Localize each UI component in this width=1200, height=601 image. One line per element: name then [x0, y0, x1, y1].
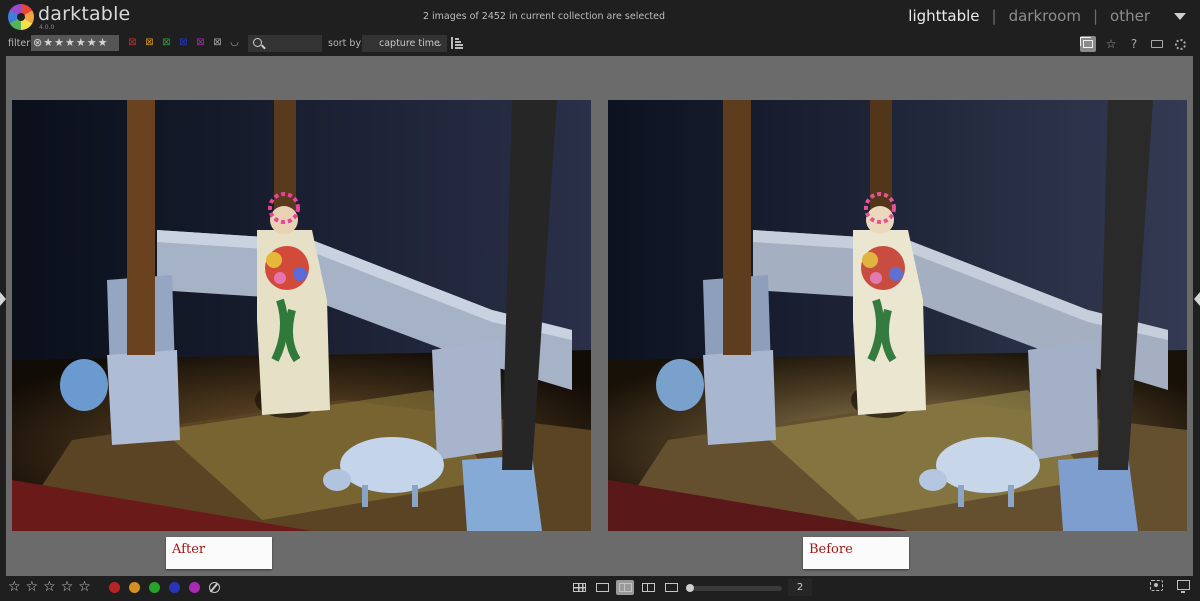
culling-layout-icon[interactable]	[616, 580, 634, 595]
color-filter-green-icon[interactable]: ⊠	[160, 36, 173, 50]
color-label-filters: ⊠ ⊠ ⊠ ⊠ ⊠ ⊠ ◡	[126, 36, 241, 50]
reject-icon[interactable]: ⊗	[33, 35, 42, 51]
after-label: After	[166, 537, 272, 569]
culling-image-before[interactable]	[608, 100, 1187, 531]
star-icon[interactable]: ★	[65, 35, 75, 51]
color-filter-purple-icon[interactable]: ⊠	[194, 36, 207, 50]
color-filter-gray-icon[interactable]: ⊠	[211, 36, 224, 50]
star-icon[interactable]: ★	[43, 35, 53, 51]
rating-filter[interactable]: ⊗ ★ ★ ★ ★ ★ ★	[31, 35, 119, 51]
star-5-icon[interactable]: ☆	[78, 579, 91, 596]
star-1-icon[interactable]: ☆	[8, 579, 21, 596]
sort-order-icon[interactable]	[451, 37, 463, 49]
overlay-icon[interactable]	[1080, 36, 1096, 52]
nativity-scene-photo-before	[608, 100, 1187, 531]
label-green-icon[interactable]	[149, 582, 160, 593]
star-3-icon[interactable]: ☆	[43, 579, 56, 596]
clear-labels-icon[interactable]	[209, 582, 220, 593]
filter-label: filter	[8, 38, 31, 49]
darktable-window: darktable 4.0.0 2 images of 2452 in curr…	[0, 0, 1200, 601]
gear-icon[interactable]	[1172, 36, 1188, 52]
star-2-icon[interactable]: ☆	[26, 579, 39, 596]
bottom-toolbar: ☆ ☆ ☆ ☆ ☆ 2	[0, 576, 1200, 601]
views-dropdown-arrow-icon[interactable]	[1174, 12, 1186, 20]
label-blue-icon[interactable]	[169, 582, 180, 593]
sort-value: capture time	[379, 38, 440, 49]
search-icon	[253, 38, 262, 47]
zoom-count-input[interactable]: 2	[788, 579, 812, 596]
color-labels	[109, 582, 220, 593]
view-separator: |	[991, 7, 997, 25]
color-filter-blue-icon[interactable]: ⊠	[177, 36, 190, 50]
view-lighttable[interactable]: lighttable	[906, 7, 981, 25]
sort-select[interactable]: capture time ⌄	[362, 35, 447, 52]
search-input[interactable]	[248, 35, 322, 52]
color-filter-operator-icon[interactable]: ◡	[228, 36, 241, 50]
toolbar-right-icons: ☆ ?	[1080, 36, 1188, 52]
sort-label: sort by	[328, 38, 362, 49]
chevron-down-icon: ⌄	[436, 39, 443, 48]
star-icon[interactable]: ☆	[1103, 36, 1119, 52]
before-label: Before	[803, 537, 909, 569]
display-profile-icon[interactable]	[1177, 580, 1190, 593]
rating-stars: ☆ ☆ ☆ ☆ ☆	[8, 579, 91, 596]
zoomable-layout-icon[interactable]	[593, 580, 611, 595]
app-version: 4.0.0	[39, 24, 55, 31]
view-separator: |	[1092, 7, 1099, 25]
star-icon[interactable]: ★	[54, 35, 64, 51]
view-darkroom[interactable]: darkroom	[1007, 7, 1083, 25]
help-icon[interactable]: ?	[1126, 36, 1142, 52]
focus-peaking-icon[interactable]	[1150, 580, 1163, 591]
star-icon[interactable]: ★	[87, 35, 97, 51]
culling-dynamic-layout-icon[interactable]	[639, 580, 657, 595]
star-icon[interactable]: ★	[98, 35, 108, 51]
star-icon[interactable]: ★	[76, 35, 86, 51]
label-yellow-icon[interactable]	[129, 582, 140, 593]
culling-image-after[interactable]	[12, 100, 591, 531]
color-filter-yellow-icon[interactable]: ⊠	[143, 36, 156, 50]
zoom-slider-handle[interactable]	[686, 584, 694, 592]
keyboard-icon[interactable]	[1149, 36, 1165, 52]
top-header: darktable 4.0.0 2 images of 2452 in curr…	[0, 0, 1200, 33]
view-other[interactable]: other	[1108, 7, 1152, 25]
preview-layout-icon[interactable]	[662, 580, 680, 595]
view-switcher: lighttable | darkroom | other	[906, 7, 1186, 25]
label-purple-icon[interactable]	[189, 582, 200, 593]
star-4-icon[interactable]: ☆	[61, 579, 74, 596]
label-red-icon[interactable]	[109, 582, 120, 593]
filemanager-layout-icon[interactable]	[570, 580, 588, 595]
zoom-slider[interactable]	[686, 584, 782, 592]
top-toolbar: filter ⊗ ★ ★ ★ ★ ★ ★ ⊠ ⊠ ⊠ ⊠ ⊠ ⊠ ◡ sort …	[0, 33, 1200, 55]
bottom-right-icons	[1150, 580, 1190, 593]
color-filter-red-icon[interactable]: ⊠	[126, 36, 139, 50]
left-panel-toggle-icon[interactable]	[0, 292, 6, 306]
layout-mode-buttons	[570, 580, 680, 595]
right-panel-toggle-icon[interactable]	[1194, 292, 1200, 306]
nativity-scene-photo-after	[12, 100, 591, 531]
